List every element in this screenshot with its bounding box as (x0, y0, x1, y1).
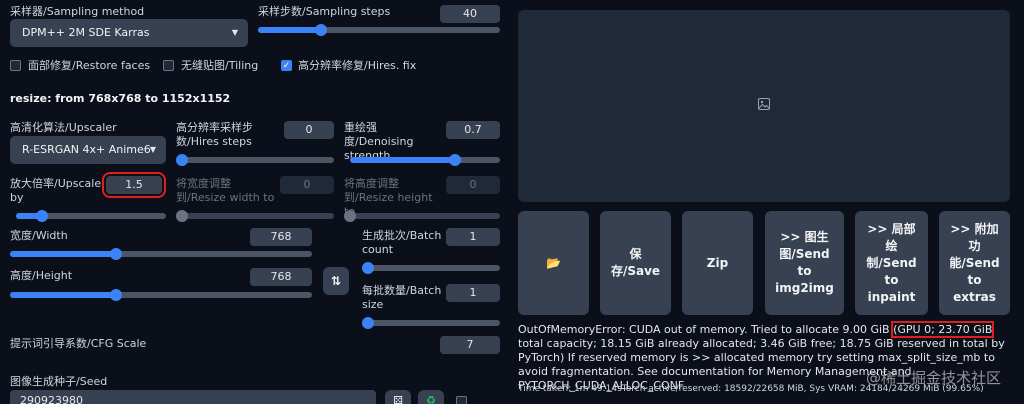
upscaler-value: R-ESRGAN 4x+ Anime6 (22, 143, 151, 156)
width-input[interactable]: 768 (250, 228, 312, 246)
width-slider[interactable] (10, 248, 312, 260)
slider-thumb[interactable] (176, 210, 188, 222)
resize-info-to: 1152x1152 (161, 92, 231, 105)
hires-steps-label: 高分辨率采样步数/Hires steps (176, 121, 253, 148)
width-label: 宽度/Width (10, 229, 68, 242)
sampling-steps-slider[interactable] (258, 24, 500, 36)
chevron-down-icon: ▼ (231, 28, 238, 37)
reuse-seed-button[interactable]: ♻ (418, 390, 444, 404)
slider-thumb[interactable] (176, 154, 188, 166)
slider-thumb[interactable] (109, 289, 122, 301)
resize-width-input[interactable]: 0 (280, 176, 334, 194)
send-to-inpaint-button[interactable]: >> 局部绘制/Send to inpaint (855, 211, 928, 315)
batch-size-slider[interactable] (362, 317, 500, 329)
cfg-scale-label: 提示词引导系数/CFG Scale (10, 337, 147, 350)
swap-icon: ⇅ (330, 273, 342, 288)
resize-height-input[interactable]: 0 (446, 176, 500, 194)
folder-icon: 📂 (546, 255, 561, 270)
batch-count-label: 生成批次/Batch count (362, 229, 442, 256)
dice-icon: ⚄ (393, 393, 403, 404)
height-slider[interactable] (10, 289, 312, 301)
tiling-label: 无缝贴图/Tiling (181, 59, 259, 72)
restore-faces-checkbox[interactable] (10, 60, 21, 71)
tiling-checkbox[interactable] (163, 60, 174, 71)
error-text-highlight: (GPU 0; 23.70 GiB (891, 321, 995, 338)
slider-thumb[interactable] (449, 154, 461, 166)
restore-faces-label: 面部修复/Restore faces (28, 59, 151, 72)
open-folder-button[interactable]: 📂 (518, 211, 589, 315)
send-to-extras-button[interactable]: >> 附加功能/Send to extras (939, 211, 1010, 315)
sampling-method-label: 采样器/Sampling method (10, 5, 145, 18)
check-icon: ✓ (282, 61, 291, 71)
resize-info-from: 768x768 (88, 92, 142, 105)
upscale-by-label: 放大倍率/Upscale by (10, 177, 102, 204)
cfg-scale-input[interactable]: 7 (440, 336, 500, 354)
seed-label: 图像生成种子/Seed (10, 375, 108, 388)
extra-seed-checkbox[interactable] (456, 396, 467, 404)
resize-info-mid: to (141, 92, 162, 105)
upscaler-dropdown[interactable]: R-ESRGAN 4x+ Anime6 ▼ (10, 136, 166, 164)
slider-thumb[interactable] (362, 317, 374, 329)
error-text-pre: OutOfMemoryError: CUDA out of memory. Tr… (518, 323, 894, 336)
denoising-input[interactable]: 0.7 (446, 121, 500, 139)
height-label: 高度/Height (10, 269, 73, 282)
output-image-area (518, 10, 1010, 202)
batch-size-label: 每批数量/Batch size (362, 284, 442, 311)
resize-height-slider[interactable] (344, 210, 500, 222)
sampling-steps-label: 采样步数/Sampling steps (258, 5, 391, 18)
upscale-by-slider[interactable] (16, 210, 166, 222)
save-button[interactable]: 保存/Save (600, 211, 671, 315)
sampling-steps-input[interactable]: 40 (440, 5, 500, 23)
send-to-img2img-button[interactable]: >> 图生图/Send to img2img (765, 211, 844, 315)
upscaler-label: 高清化算法/Upscaler (10, 121, 117, 134)
resize-width-label: 将宽度调整到/Resize width to (176, 177, 275, 204)
sampling-method-dropdown[interactable]: DPM++ 2M SDE Karras ▼ (10, 19, 248, 47)
random-seed-button[interactable]: ⚄ (385, 390, 411, 404)
hires-steps-slider[interactable] (176, 154, 334, 166)
batch-count-slider[interactable] (362, 262, 500, 274)
seed-input[interactable]: 290923980 (10, 390, 376, 404)
slider-thumb[interactable] (35, 210, 48, 222)
slider-thumb[interactable] (344, 210, 356, 222)
denoising-slider[interactable] (350, 154, 500, 166)
slider-thumb[interactable] (109, 248, 122, 260)
chevron-down-icon: ▼ (149, 145, 156, 154)
slider-thumb[interactable] (362, 262, 374, 274)
batch-size-input[interactable]: 1 (446, 284, 500, 302)
resize-info-prefix: resize: from (10, 92, 89, 105)
hires-steps-input[interactable]: 0 (284, 121, 334, 139)
hires-fix-label: 高分辨率修复/Hires. fix (298, 59, 417, 72)
hires-fix-checkbox[interactable]: ✓ (281, 60, 292, 71)
sampling-method-value: DPM++ 2M SDE Karras (22, 26, 150, 39)
watermark: @稀土掘金技术社区 (866, 369, 1002, 387)
recycle-icon: ♻ (426, 393, 436, 404)
upscale-by-input[interactable]: 1.5 (102, 172, 166, 198)
resize-info: resize: from 768x768 to 1152x1152 (10, 92, 230, 106)
slider-thumb[interactable] (314, 24, 327, 36)
height-input[interactable]: 768 (250, 268, 312, 286)
swap-dimensions-button[interactable]: ⇅ (323, 267, 349, 295)
zip-button[interactable]: Zip (682, 211, 753, 315)
resize-width-slider[interactable] (176, 210, 334, 222)
image-icon (758, 98, 770, 110)
batch-count-input[interactable]: 1 (446, 228, 500, 246)
